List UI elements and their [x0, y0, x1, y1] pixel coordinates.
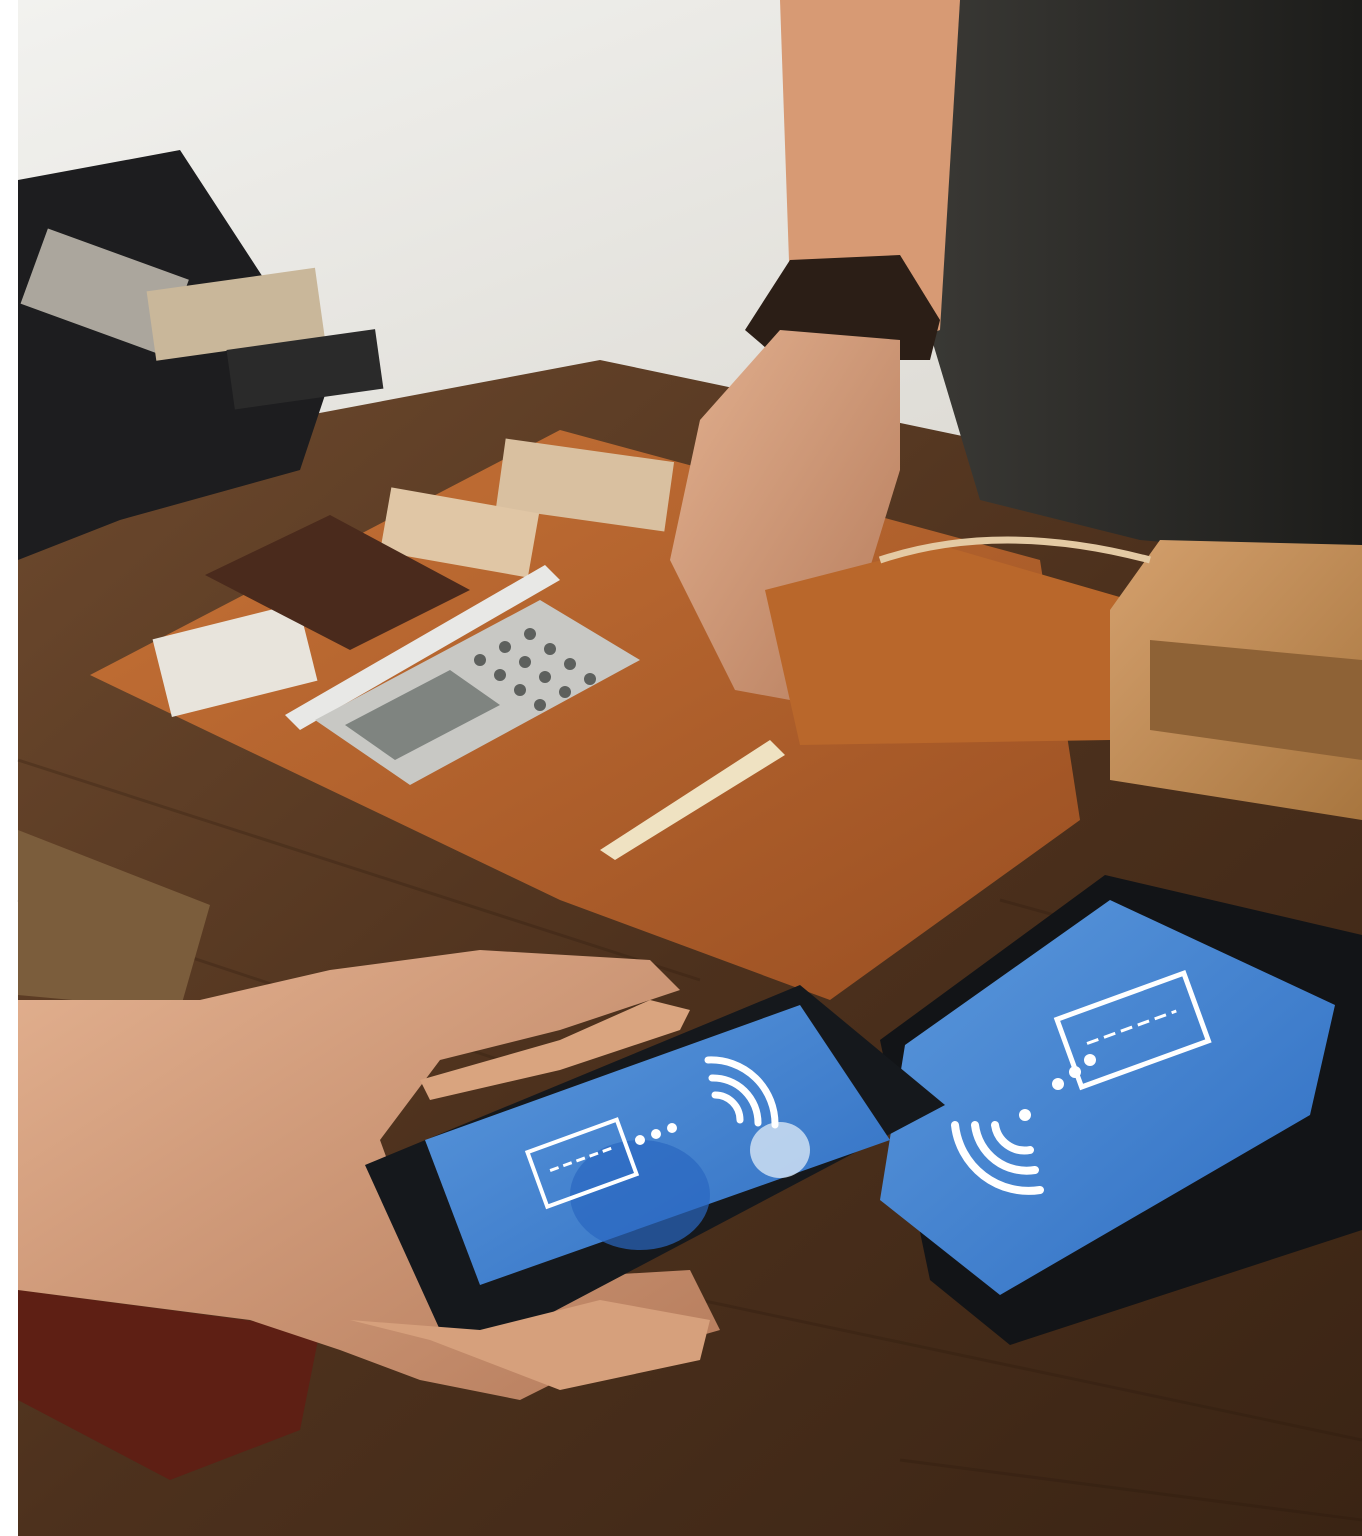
photo-scene: [0, 0, 1362, 1536]
shopkeeper-shirt: [920, 0, 1362, 560]
